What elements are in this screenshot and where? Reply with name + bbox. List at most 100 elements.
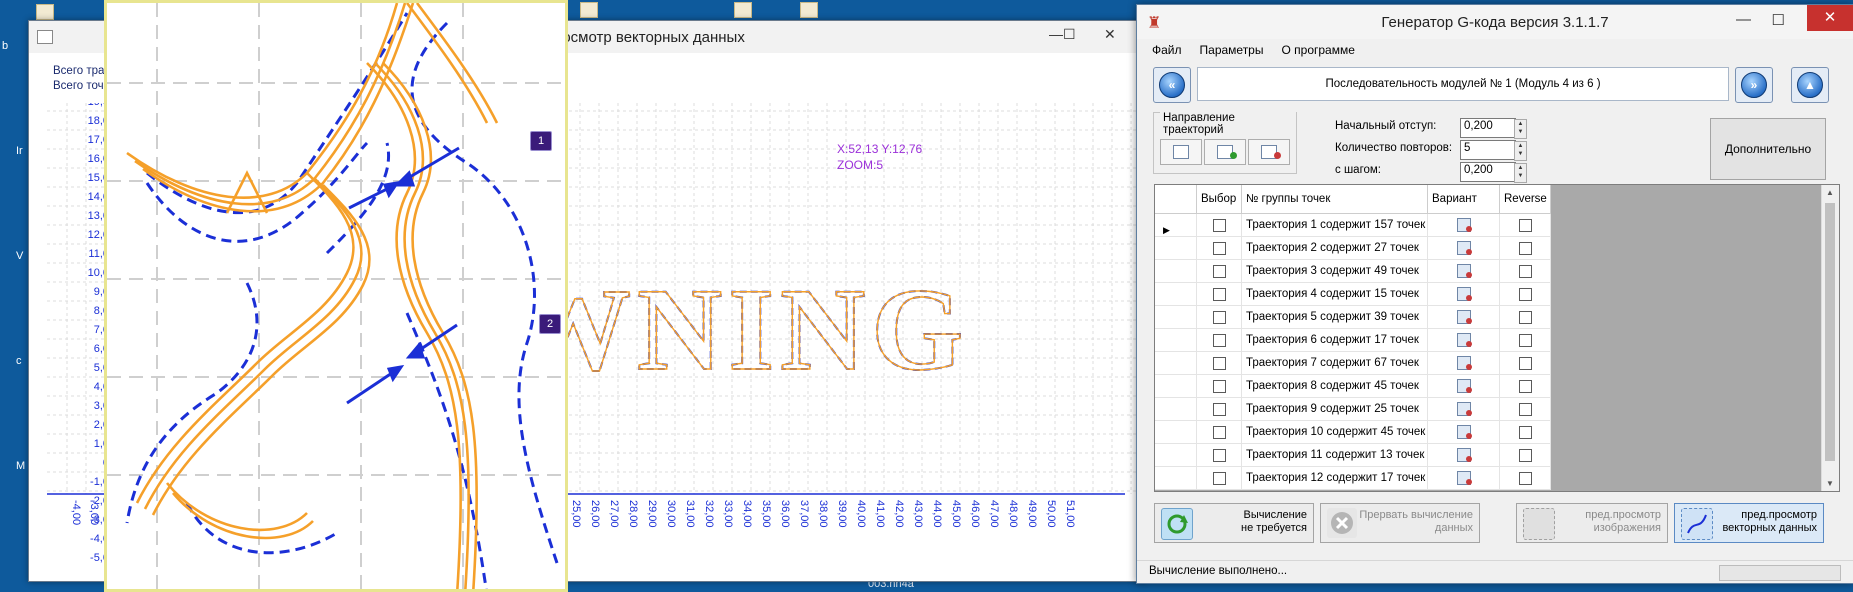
abort-button[interactable]: Прервать вычисление данных	[1320, 503, 1480, 543]
extra-button[interactable]: Дополнительно	[1710, 118, 1826, 180]
eject-button[interactable]: ▲	[1791, 67, 1829, 103]
variant-icon[interactable]	[1457, 379, 1472, 393]
variant-icon[interactable]	[1457, 218, 1472, 232]
direction-remove-button[interactable]	[1248, 139, 1290, 165]
menu-parameters[interactable]: Параметры	[1191, 41, 1273, 61]
maximize-icon[interactable]: ☐	[1772, 11, 1785, 29]
select-checkbox[interactable]	[1213, 219, 1226, 232]
reverse-cell[interactable]	[1500, 352, 1551, 374]
select-checkbox[interactable]	[1213, 334, 1226, 347]
row-selector[interactable]	[1155, 444, 1197, 466]
row-selector[interactable]	[1155, 375, 1197, 397]
next-module-button[interactable]: »	[1735, 67, 1773, 103]
select-checkbox[interactable]	[1213, 288, 1226, 301]
menu-file[interactable]: Файл	[1143, 41, 1191, 61]
minimize-icon[interactable]: —	[1736, 11, 1751, 28]
select-checkbox[interactable]	[1213, 357, 1226, 370]
reverse-cell[interactable]	[1500, 237, 1551, 259]
scroll-down-icon[interactable]: ▼	[1826, 479, 1834, 488]
row-selector[interactable]	[1155, 421, 1197, 443]
variant-icon[interactable]	[1457, 356, 1472, 370]
desktop-icon[interactable]	[36, 4, 54, 20]
variant-cell[interactable]	[1428, 352, 1500, 374]
table-row[interactable]: Траектория 11 содержит 13 точек	[1155, 444, 1551, 467]
reverse-cell[interactable]	[1500, 421, 1551, 443]
compute-button[interactable]: Вычисление не требуется	[1154, 503, 1314, 543]
table-row[interactable]: Траектория 2 содержит 27 точек	[1155, 237, 1551, 260]
reverse-checkbox[interactable]	[1519, 403, 1532, 416]
select-checkbox[interactable]	[1213, 242, 1226, 255]
row-selector[interactable]	[1155, 306, 1197, 328]
reverse-checkbox[interactable]	[1519, 357, 1532, 370]
row-selector[interactable]	[1155, 398, 1197, 420]
desktop-icon[interactable]	[734, 2, 752, 18]
select-cell[interactable]	[1197, 398, 1242, 420]
spin-arrows-icon[interactable]: ▲ ▼	[1514, 119, 1527, 139]
variant-icon[interactable]	[1457, 333, 1472, 347]
variant-icon[interactable]	[1457, 425, 1472, 439]
select-checkbox[interactable]	[1213, 426, 1226, 439]
row-selector[interactable]	[1155, 283, 1197, 305]
reverse-checkbox[interactable]	[1519, 449, 1532, 462]
reverse-cell[interactable]	[1500, 214, 1551, 236]
reverse-checkbox[interactable]	[1519, 426, 1532, 439]
close-icon[interactable]: ✕	[1104, 26, 1116, 43]
variant-cell[interactable]	[1428, 467, 1500, 489]
select-cell[interactable]	[1197, 329, 1242, 351]
variant-icon[interactable]	[1457, 471, 1472, 485]
variant-cell[interactable]	[1428, 444, 1500, 466]
prev-module-button[interactable]: «	[1153, 67, 1191, 103]
table-row[interactable]: Траектория 7 содержит 67 точек	[1155, 352, 1551, 375]
select-checkbox[interactable]	[1213, 311, 1226, 324]
header-group-number[interactable]: № группы точек	[1242, 185, 1428, 213]
step-stepper[interactable]: 0,200 ▲ ▼	[1460, 162, 1527, 183]
variant-cell[interactable]	[1428, 375, 1500, 397]
desktop-icon[interactable]	[580, 2, 598, 18]
generator-titlebar[interactable]: ♜ Генератор G-кода версия 3.1.1.7 — ☐ ✕	[1137, 5, 1853, 39]
reverse-checkbox[interactable]	[1519, 242, 1532, 255]
variant-cell[interactable]	[1428, 237, 1500, 259]
spin-arrows-icon[interactable]: ▲ ▼	[1514, 163, 1527, 183]
select-cell[interactable]	[1197, 237, 1242, 259]
reverse-checkbox[interactable]	[1519, 219, 1532, 232]
select-cell[interactable]	[1197, 283, 1242, 305]
select-checkbox[interactable]	[1213, 265, 1226, 278]
reverse-checkbox[interactable]	[1519, 311, 1532, 324]
table-row[interactable]: Траектория 12 содержит 17 точек	[1155, 467, 1551, 490]
preview-vector-button[interactable]: пред.просмотр векторных данных	[1674, 503, 1824, 543]
minimize-icon[interactable]: —	[1049, 26, 1063, 42]
variant-cell[interactable]	[1428, 306, 1500, 328]
grid-scrollbar[interactable]: ▲ ▼	[1821, 185, 1839, 491]
menu-about[interactable]: О программе	[1272, 41, 1363, 61]
reverse-cell[interactable]	[1500, 444, 1551, 466]
reverse-checkbox[interactable]	[1519, 288, 1532, 301]
variant-cell[interactable]	[1428, 214, 1500, 236]
select-checkbox[interactable]	[1213, 380, 1226, 393]
select-cell[interactable]	[1197, 306, 1242, 328]
table-row[interactable]: Траектория 5 содержит 39 точек	[1155, 306, 1551, 329]
reverse-cell[interactable]	[1500, 329, 1551, 351]
table-row[interactable]: ▶ Траектория 1 содержит 157 точек	[1155, 214, 1551, 237]
select-cell[interactable]	[1197, 444, 1242, 466]
scroll-up-icon[interactable]: ▲	[1826, 188, 1834, 197]
variant-icon[interactable]	[1457, 310, 1472, 324]
initial-offset-stepper[interactable]: 0,200 ▲ ▼	[1460, 118, 1527, 139]
reverse-checkbox[interactable]	[1519, 380, 1532, 393]
reverse-cell[interactable]	[1500, 375, 1551, 397]
variant-icon[interactable]	[1457, 448, 1472, 462]
table-row[interactable]: Траектория 10 содержит 45 точек	[1155, 421, 1551, 444]
reverse-cell[interactable]	[1500, 398, 1551, 420]
reverse-checkbox[interactable]	[1519, 334, 1532, 347]
variant-cell[interactable]	[1428, 329, 1500, 351]
reverse-cell[interactable]	[1500, 283, 1551, 305]
table-row[interactable]: Траектория 6 содержит 17 точек	[1155, 329, 1551, 352]
select-cell[interactable]	[1197, 467, 1242, 489]
gcode-generator-window[interactable]: ♜ Генератор G-кода версия 3.1.1.7 — ☐ ✕ …	[1136, 4, 1853, 584]
variant-icon[interactable]	[1457, 264, 1472, 278]
variant-icon[interactable]	[1457, 402, 1472, 416]
table-row[interactable]: Траектория 4 содержит 15 точек	[1155, 283, 1551, 306]
select-cell[interactable]	[1197, 421, 1242, 443]
select-checkbox[interactable]	[1213, 472, 1226, 485]
reverse-cell[interactable]	[1500, 467, 1551, 489]
desktop-icon[interactable]	[800, 2, 818, 18]
